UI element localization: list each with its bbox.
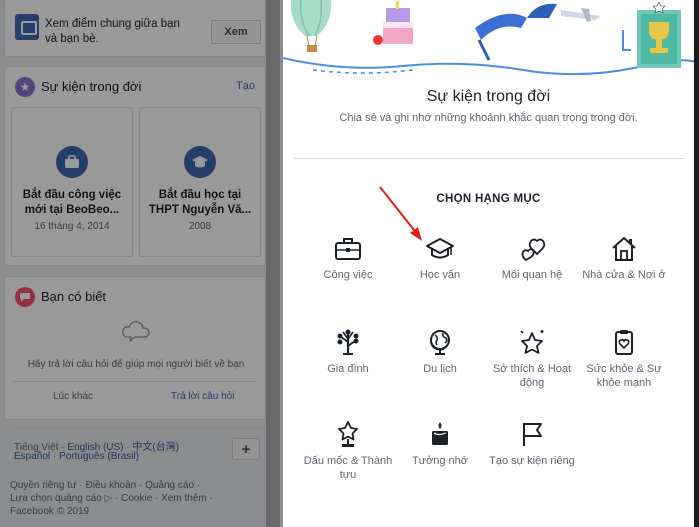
category-label: Sở thích & Hoạt động <box>492 363 572 389</box>
category-label: Gia đình <box>327 363 369 375</box>
graduation-cap-icon <box>426 238 454 259</box>
category-label: Nhà cửa & Nơi ở <box>582 269 666 281</box>
category-health[interactable]: Sức khỏe & Sự khỏe mạnh <box>578 328 670 390</box>
category-label: Dấu mốc & Thành tựu <box>303 455 393 481</box>
category-hobbies[interactable]: Sở thích & Hoạt động <box>486 328 578 390</box>
trophy-star-icon <box>338 421 358 447</box>
trophy-illustration <box>637 1 681 68</box>
dialog-title: Sự kiện trong đời <box>426 88 551 105</box>
category-label: Mối quan hệ <box>501 269 563 281</box>
category-remembrance[interactable]: Tưởng nhớ <box>394 420 486 468</box>
category-travel[interactable]: Du lịch <box>394 328 486 376</box>
airplane-icon <box>561 8 631 51</box>
divider <box>293 158 684 159</box>
hearts-icon <box>521 238 546 262</box>
life-event-dialog: Sự kiện trong đời Chia sẻ và ghi nhớ nhữ… <box>283 0 694 527</box>
hot-air-balloon-icon <box>290 0 332 52</box>
sparkle-star-icon <box>520 330 544 354</box>
briefcase-icon <box>335 238 361 260</box>
celebration-illustration <box>283 0 694 76</box>
family-tree-icon <box>337 329 359 355</box>
birthday-cake-icon <box>373 1 413 45</box>
category-relationship[interactable]: Mối quan hệ <box>486 236 578 282</box>
flag-icon <box>523 423 542 446</box>
clipboard-heart-icon <box>615 330 633 355</box>
house-icon <box>612 237 636 261</box>
dialog-subtitle: Chia sẻ và ghi nhớ những khoảnh khắc qua… <box>339 112 638 124</box>
category-milestones[interactable]: Dấu mốc & Thành tựu <box>302 420 394 482</box>
window-edge <box>694 0 699 527</box>
globe-icon <box>430 330 450 355</box>
flag-illustration <box>475 3 557 61</box>
category-family[interactable]: Gia đình <box>302 328 394 376</box>
annotation-arrow <box>379 186 422 241</box>
category-label: Học vấn <box>419 269 461 281</box>
candle-icon <box>432 422 448 445</box>
category-label: Tạo sự kiện riêng <box>489 455 575 467</box>
category-home[interactable]: Nhà cửa & Nơi ở <box>578 236 670 282</box>
category-label: Tưởng nhớ <box>411 455 469 467</box>
modal-overlay-edge <box>266 0 280 527</box>
category-label: Du lịch <box>423 363 457 375</box>
category-label: Sức khỏe & Sự khỏe mạnh <box>586 363 662 389</box>
category-custom[interactable]: Tạo sự kiện riêng <box>486 420 578 468</box>
category-label: Công việc <box>323 269 373 281</box>
category-heading: CHỌN HẠNG MỤC <box>436 193 541 205</box>
